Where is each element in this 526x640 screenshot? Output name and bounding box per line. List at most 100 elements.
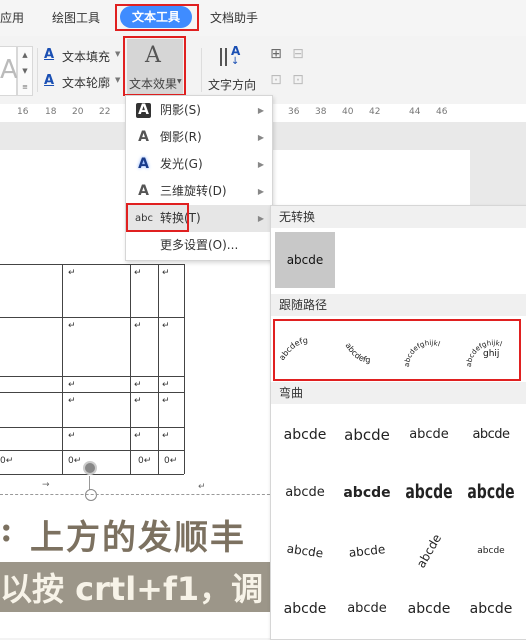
text-effect-menu: A 阴影(S) ▶ A 倒影(R) ▶ A 发光(G) ▶ A 三维旋转(D) … xyxy=(125,95,273,261)
section-warp: 弯曲 xyxy=(271,382,526,404)
submenu-arrow-icon: ▶ xyxy=(257,133,264,142)
text-style-gallery[interactable]: A xyxy=(0,46,18,96)
cell-mark: ↵ xyxy=(68,396,76,406)
cell-mark: ↵ xyxy=(162,396,170,406)
warp-option[interactable]: abcde xyxy=(461,594,521,624)
cell-mark: ↵ xyxy=(134,321,142,331)
svg-text:abcdefghijkl: abcdefghijkl xyxy=(403,339,441,367)
warp-option[interactable]: abcde xyxy=(275,594,335,624)
section-no-transform: 无转换 xyxy=(271,206,526,228)
ruler-tick: 36 xyxy=(288,107,300,117)
text-direction-button[interactable]: 文字方向 xyxy=(208,76,256,93)
svg-text:abcdefg: abcdefg xyxy=(277,336,308,362)
cell-mark: ↵ xyxy=(134,268,142,278)
text-fill-dropdown-icon[interactable]: ▼ xyxy=(115,50,120,58)
text-outline-button[interactable]: 文本轮廓 xyxy=(62,74,110,91)
textbox-prev-icon[interactable]: ⊡ xyxy=(266,72,286,88)
section-follow-path: 跟随路径 xyxy=(271,294,526,316)
cell-mark: ↵ xyxy=(134,431,142,441)
warp-option[interactable]: abcde xyxy=(275,420,335,450)
tab-doc-assistant[interactable]: 文档助手 xyxy=(210,8,258,28)
ruler-tick: 40 xyxy=(342,107,354,117)
menu-item-transform[interactable]: abc 转换(T) ▶ xyxy=(126,205,272,232)
ribbon-tab-bar: 应用 绘图工具 文本工具 文档助手 xyxy=(0,0,526,36)
cell-value: 0↵ xyxy=(164,456,178,466)
follow-path-arch-down[interactable]: abcdefg xyxy=(343,341,370,364)
cell-mark: ↵ xyxy=(68,431,76,441)
text-effect-a-icon: A xyxy=(145,43,161,68)
ruler-tick: 44 xyxy=(409,107,421,117)
cell-mark: ↵ xyxy=(162,380,170,390)
tab-drawing-tools[interactable]: 绘图工具 xyxy=(52,8,100,28)
submenu-arrow-icon: ▶ xyxy=(257,214,264,223)
warp-option[interactable]: abcde xyxy=(336,533,399,569)
text-outline-dropdown-icon[interactable]: ▼ xyxy=(115,76,120,84)
submenu-arrow-icon: ▶ xyxy=(257,187,264,196)
text-fill-icon[interactable]: A xyxy=(44,47,54,62)
cell-value: 0↵ xyxy=(68,456,82,466)
3d-rotate-a-icon: A xyxy=(138,183,149,199)
text-effect-label: 文本效果 xyxy=(129,77,178,91)
textbox-next-icon[interactable]: ⊡ xyxy=(288,72,308,88)
text-fill-button[interactable]: 文本填充 xyxy=(62,48,110,65)
warp-option[interactable]: abcde xyxy=(399,594,459,624)
textbox-border xyxy=(0,494,280,495)
menu-item-shadow[interactable]: A 阴影(S) ▶ xyxy=(126,97,272,124)
cell-mark: ↵ xyxy=(162,321,170,331)
abc-transform-icon: abc xyxy=(135,213,153,224)
text-direction-icon[interactable]: A ↓ xyxy=(218,44,248,70)
follow-path-circle[interactable]: abcdefghijkl xyxy=(403,339,441,367)
arrow-mark-icon: → xyxy=(42,480,50,490)
submenu-arrow-icon: ▶ xyxy=(257,106,264,115)
cell-mark: ↵ xyxy=(134,380,142,390)
tab-app[interactable]: 应用 xyxy=(0,8,24,28)
warp-option[interactable]: abcde xyxy=(275,478,335,508)
warp-option[interactable]: abcde xyxy=(399,420,459,450)
warp-option[interactable]: abcde xyxy=(273,532,337,570)
text-effect-button[interactable]: A 文本效果 ▼ xyxy=(127,39,183,95)
cell-mark: ↵ xyxy=(162,268,170,278)
cell-mark: ↵ xyxy=(68,321,76,331)
follow-path-button[interactable]: abcdefghijkl ghij xyxy=(465,339,503,367)
warp-option[interactable]: abcde xyxy=(461,420,521,450)
ruler-tick: 42 xyxy=(369,107,381,117)
text-outline-icon[interactable]: A xyxy=(44,73,54,88)
follow-path-row: abcdefg abcdefg abcdefghijkl abcdefghijk… xyxy=(275,319,521,379)
textbox-link-icon[interactable]: ⊞ xyxy=(266,46,286,62)
cell-mark: ↵ xyxy=(68,380,76,390)
cell-mark: ↵ xyxy=(162,431,170,441)
follow-path-arch-up[interactable]: abcdefg xyxy=(277,336,308,362)
ruler-tick: 38 xyxy=(315,107,327,117)
resize-handle-icon[interactable] xyxy=(85,489,97,501)
shadow-a-icon: A xyxy=(136,103,151,118)
tab-text-tools[interactable]: 文本工具 xyxy=(120,6,193,28)
warp-option[interactable]: abcde xyxy=(461,474,521,513)
style-preview-a-icon: A xyxy=(0,55,18,85)
warp-option[interactable]: abcde xyxy=(337,478,397,508)
document-text-line-2[interactable]: 以按 crtl+f1，调 xyxy=(0,562,280,612)
ruler-tick: 22 xyxy=(99,107,111,117)
warp-option[interactable]: abcde xyxy=(401,518,457,585)
warp-option[interactable]: abcde xyxy=(399,474,459,513)
cell-mark: ↵ xyxy=(134,396,142,406)
menu-item-more-settings[interactable]: 更多设置(O)... xyxy=(126,232,272,259)
reflection-a-icon: A xyxy=(138,129,149,145)
menu-item-glow[interactable]: A 发光(G) ▶ xyxy=(126,151,272,178)
warp-option[interactable]: abcde xyxy=(461,536,521,566)
cell-mark: ↵ xyxy=(68,268,76,278)
ruler-tick: 46 xyxy=(436,107,448,117)
gallery-scroll-controls[interactable]: ▲ ▼ ≡ xyxy=(17,46,33,96)
cell-value: 0↵ xyxy=(0,456,14,466)
document-text-line-1[interactable]: : 上方的发顺丰 xyxy=(0,510,280,554)
submenu-arrow-icon: ▶ xyxy=(257,160,264,169)
warp-option[interactable]: abcde xyxy=(337,420,397,450)
menu-item-reflection[interactable]: A 倒影(R) ▶ xyxy=(126,124,272,151)
textbox-break-icon[interactable]: ⊟ xyxy=(288,46,308,62)
no-transform-option[interactable]: abcde xyxy=(275,232,335,288)
menu-item-3d-rotation[interactable]: A 三维旋转(D) ▶ xyxy=(126,178,272,205)
warp-option[interactable]: abcde xyxy=(337,594,397,624)
transform-flyout: 无转换 abcde 跟随路径 abcdefg abcdefg abcdefghi… xyxy=(270,205,526,640)
svg-text:abcdefg: abcdefg xyxy=(343,341,370,364)
cell-value: 0↵ xyxy=(138,456,152,466)
rotate-handle-icon[interactable] xyxy=(83,461,97,475)
